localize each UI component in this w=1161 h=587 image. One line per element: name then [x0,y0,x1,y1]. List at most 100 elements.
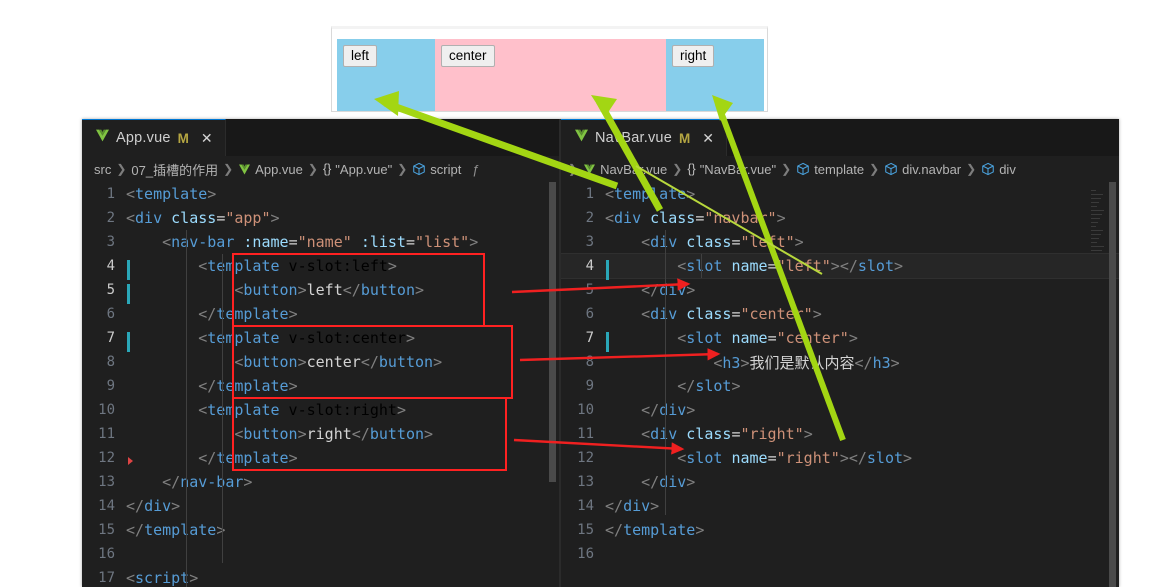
code-line[interactable]: 11 <div class="right"> [561,422,1119,446]
breadcrumb-item-div-navbar[interactable]: div.navbar [884,162,961,177]
breadcrumb-item-folder[interactable]: 07_插槽的作用 [131,160,218,179]
scrollbar-thumb[interactable] [1109,182,1116,587]
code-line[interactable]: 12 <slot name="right"></slot> [561,446,1119,470]
code-line[interactable]: 13 </div> [561,470,1119,494]
code-line[interactable]: 5 <button>left</button> [82,278,559,304]
code-line[interactable]: 16 [561,542,1119,566]
scrollbar-thumb[interactable] [549,182,556,482]
indent-guide [701,254,702,278]
line-number: 6 [585,306,594,322]
code-text: <slot name="center"> [677,329,858,347]
minimap-line [1091,198,1101,199]
code-text: </template> [198,305,298,323]
line-number: 16 [98,546,115,562]
code-line[interactable]: 8 <h3>我们是默认内容</h3> [561,350,1119,374]
code-line[interactable]: 10 <template v-slot:right> [82,398,559,422]
code-line[interactable]: 14 </div> [82,494,559,518]
minimap[interactable] [1089,182,1105,587]
code-line[interactable]: 6 <div class="center"> [561,302,1119,326]
minimap-line [1091,210,1104,211]
tab-label: App.vue [116,130,171,146]
breadcrumb-label: template [814,161,865,177]
chevron-right-icon: ❯ [781,162,792,176]
code-editor-app-vue[interactable]: 1 <template> 2 <div class="app"> 3 <nav-bar … [82,182,559,587]
code-line[interactable]: 14 </div> [561,494,1119,518]
breadcrumb-item-json-root[interactable]: {} "NavBar.vue" [687,162,776,177]
line-number: 10 [577,402,594,418]
line-number: 11 [98,426,115,442]
minimap-line [1091,214,1102,215]
code-text: </div> [641,281,696,299]
editor-pane-app-vue: App.vue M ✕ src ❯ 07_插槽的作用 ❯ App.vue ❯ {… [82,119,559,587]
minimap-line [1091,234,1101,235]
preview-button-center[interactable]: center [441,45,495,67]
code-text: </template> [198,377,298,395]
line-number: 4 [561,258,609,280]
chevron-right-icon: ❯ [397,162,408,176]
code-line[interactable]: 1 <template> [82,182,559,206]
code-line[interactable]: 13 </nav-bar> [82,470,559,494]
chevron-right-icon: ❯ [223,162,234,176]
code-line[interactable]: 2 <div class="app"> [82,206,559,230]
code-line[interactable]: 7 <template v-slot:center> [82,326,559,352]
code-editor-navbar-vue[interactable]: 1 <template> 2 <div class="navbar"> 3 <div c… [561,182,1119,587]
breadcrumb-item-src[interactable]: src [94,162,111,177]
tab-app-vue[interactable]: App.vue M ✕ [82,119,226,156]
code-text: <div class="right"> [641,425,813,443]
code-text: <div class="navbar"> [605,209,786,227]
close-icon[interactable]: ✕ [696,131,716,145]
code-line[interactable]: 11 <button>right</button> [82,422,559,446]
breadcrumb-item-app-vue[interactable]: App.vue [238,162,303,177]
line-number: 2 [585,210,594,226]
preview-button-right[interactable]: right [672,45,715,67]
indent-guide [222,254,223,563]
breadcrumb-item-json-root[interactable]: {} "App.vue" [323,162,392,177]
code-line[interactable]: 9 </template> [82,374,559,398]
breadcrumb-item-navbar-vue[interactable]: NavBar.vue [583,162,667,177]
code-line[interactable]: 12 </template> [82,446,559,470]
code-line[interactable]: 10 </div> [561,398,1119,422]
line-number: 12 [577,450,594,466]
line-number: 8 [106,354,115,370]
close-icon[interactable]: ✕ [195,131,215,145]
code-line[interactable]: 3 <div class="left"> [561,230,1119,254]
symbol-cube-icon [884,162,898,176]
code-line[interactable]: 8 <button>center</button> [82,350,559,374]
minimap-line [1091,206,1097,207]
tab-navbar-vue[interactable]: NavBar.vue M ✕ [561,119,727,156]
breadcrumb-label: App.vue [255,161,303,177]
breadcrumb-item-div[interactable]: div [981,162,1016,177]
code-line[interactable]: 17 <script> [82,566,559,587]
code-line[interactable]: 15 </template> [82,518,559,542]
screenshot-stage: left center right App.vue M ✕ src ❯ 07_插… [0,0,1161,587]
code-text: </div> [641,401,696,419]
minimap-line [1091,250,1102,251]
breadcrumb-item-template[interactable]: template [796,162,864,177]
code-line[interactable]: 16 [82,542,559,566]
vue-logo-icon [574,129,589,147]
code-line[interactable]: 4 <template v-slot:left> [82,254,559,280]
code-text: <slot name="right"></slot> [677,449,913,467]
tab-dirty-badge: M [177,130,189,146]
code-text: <div class="app"> [126,209,280,227]
vertical-scrollbar[interactable] [1106,182,1119,587]
minimap-line [1091,194,1103,195]
line-number: 14 [98,498,115,514]
preview-button-left[interactable]: left [343,45,378,67]
line-number: 13 [577,474,594,490]
line-number: 15 [98,522,115,538]
minimap-line [1091,190,1096,191]
code-line[interactable]: 9 </slot> [561,374,1119,398]
breadcrumb-item-script[interactable]: script [412,162,461,177]
code-line[interactable]: 3 <nav-bar :name="name" :list="list"> [82,230,559,254]
code-line[interactable]: 1 <template> [561,182,1119,206]
vertical-scrollbar[interactable] [546,182,559,587]
code-line[interactable]: 5 </div> [561,278,1119,302]
code-line[interactable]: 4 <slot name="left"></slot> [561,253,1119,280]
code-text: <template> [126,185,217,203]
code-line[interactable]: 2 <div class="navbar"> [561,206,1119,230]
code-line[interactable]: 15 </template> [561,518,1119,542]
breadcrumb-item-truncated[interactable]: ƒ [472,162,479,177]
code-line[interactable]: 6 </template> [82,302,559,326]
code-line[interactable]: 7 <slot name="center"> [561,326,1119,352]
